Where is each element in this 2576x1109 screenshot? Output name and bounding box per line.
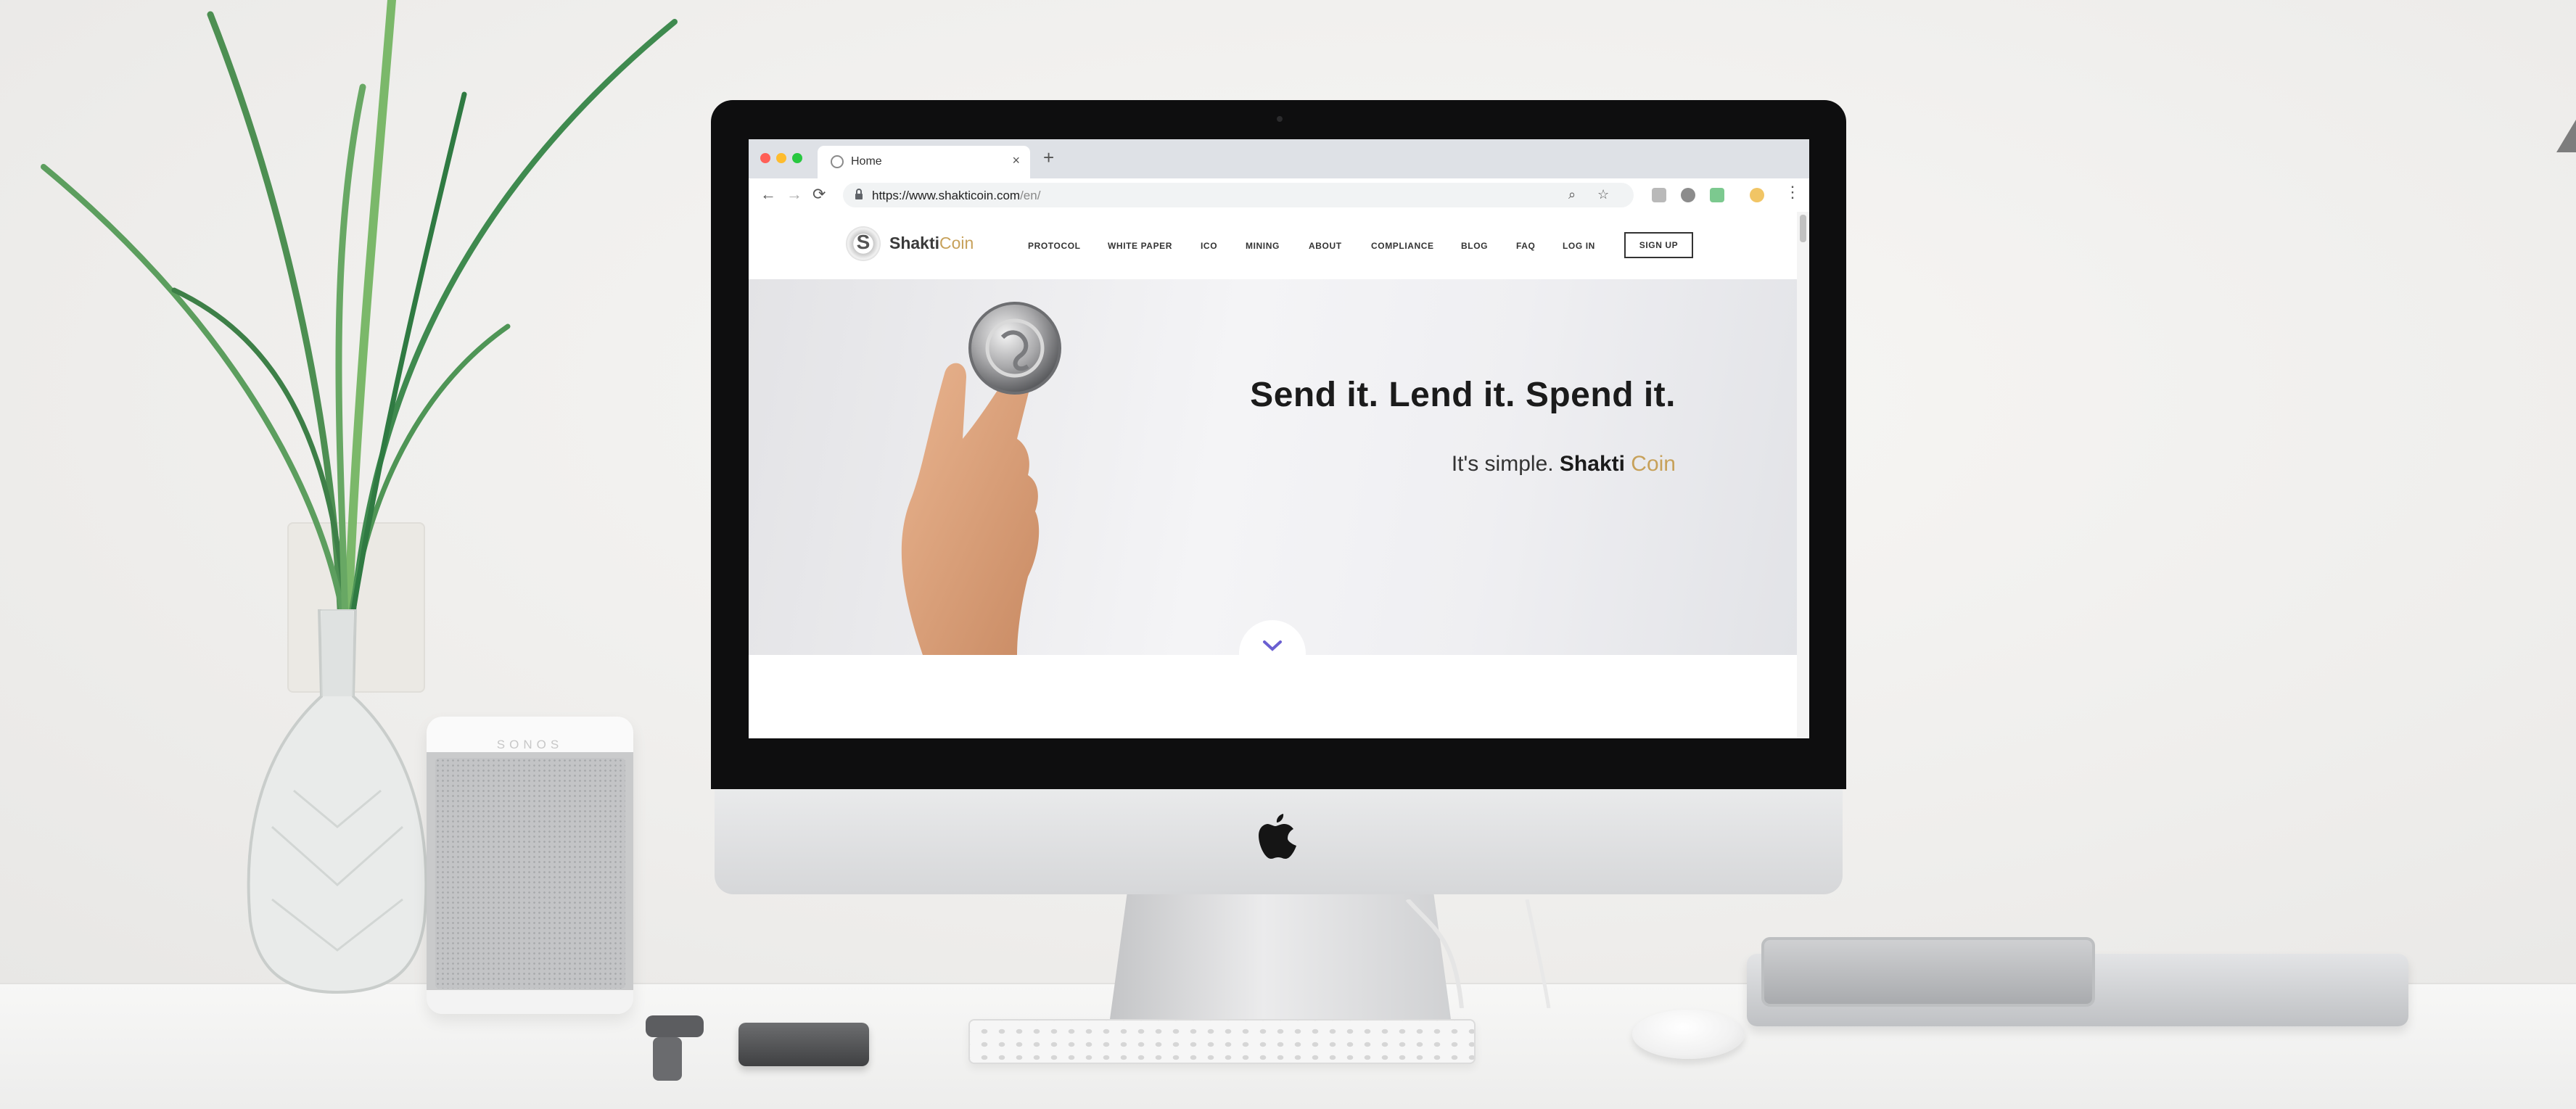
back-arrow-icon[interactable]: ← (760, 185, 776, 204)
nav-white-paper[interactable]: WHITE PAPER (1108, 241, 1172, 251)
extension-icon[interactable] (1750, 188, 1764, 202)
hero-banner: Send it. Lend it. Spend it. It's simple.… (749, 279, 1797, 687)
smartwatch (646, 1015, 704, 1081)
logo-letter: S (856, 231, 871, 253)
new-tab-button[interactable]: + (1043, 147, 1054, 169)
nav-blog[interactable]: BLOG (1461, 241, 1488, 251)
nav-mining[interactable]: MINING (1246, 241, 1280, 251)
chevron-down-icon (1263, 640, 1282, 651)
browser-toolbar: ← → ⟳ https://www.shakticoin.com/en/ ⌕ ☆ (749, 178, 1809, 213)
address-url[interactable]: https://www.shakticoin.com/en/ (872, 189, 1040, 203)
monitor-screen: Home × + ← → ⟳ https://www.shakticoin.co… (749, 139, 1809, 738)
hand-holding-coin-image (901, 302, 1061, 655)
hero-headline: Send it. Lend it. Spend it. (1250, 376, 1676, 414)
url-host: https://www.shakticoin.com (872, 189, 1021, 202)
window-maximize-button[interactable] (792, 153, 802, 163)
speaker-brand-label: SONOS (496, 738, 564, 751)
browser-tab-home[interactable]: Home × (818, 146, 1030, 178)
nav-ico[interactable]: ICO (1201, 241, 1217, 251)
power-cable (1405, 899, 1551, 1008)
tab-close-icon[interactable]: × (1012, 153, 1020, 168)
wall-edge-shape (2556, 120, 2576, 152)
tagline-bold: Shakti (1559, 452, 1625, 476)
extension-icon[interactable] (1710, 188, 1724, 202)
extension-icon[interactable] (1681, 188, 1695, 202)
lock-icon (855, 189, 863, 199)
monitor-stand (1110, 894, 1451, 1019)
reload-icon[interactable]: ⟳ (812, 185, 826, 204)
forward-arrow-icon[interactable]: → (786, 185, 802, 204)
logo-name-accent: Coin (939, 234, 974, 252)
sign-up-button[interactable]: SIGN UP (1624, 232, 1693, 258)
tagline-accent: Coin (1624, 452, 1676, 476)
smartphone (738, 1023, 869, 1066)
browser-tab-strip: Home × + (749, 139, 1809, 178)
address-bar[interactable]: https://www.shakticoin.com/en/ ⌕ ☆ (843, 183, 1634, 207)
nav-log-in[interactable]: LOG IN (1563, 241, 1595, 251)
browser-menu-icon[interactable]: ⋮ (1785, 183, 1801, 202)
page-scrollbar[interactable] (1797, 212, 1809, 738)
site-logo-text[interactable]: ShaktiCoin (889, 234, 974, 253)
nav-about[interactable]: ABOUT (1309, 241, 1342, 251)
nav-faq[interactable]: FAQ (1516, 241, 1535, 251)
page-content-area (749, 655, 1797, 738)
url-path: /en/ (1020, 189, 1041, 202)
tagline-prefix: It's simple. (1451, 452, 1560, 476)
glass-vase (247, 609, 428, 994)
site-header: S ShaktiCoin PROTOCOL WHITE PAPER ICO MI… (749, 212, 1797, 279)
shakticoin-favicon-icon (831, 155, 844, 168)
scrollbar-thumb[interactable] (1800, 215, 1806, 242)
tab-title: Home (851, 155, 882, 168)
speaker-grille (435, 758, 625, 989)
window-close-button[interactable] (760, 153, 770, 163)
bookmark-star-icon[interactable]: ☆ (1597, 187, 1609, 202)
apple-logo-icon (1259, 814, 1296, 859)
keyboard (968, 1019, 1476, 1064)
hero-tagline: It's simple. Shakti Coin (1111, 452, 1676, 477)
nav-compliance[interactable]: COMPLIANCE (1371, 241, 1434, 251)
logo-name: Shakti (889, 234, 940, 252)
extension-icon[interactable] (1652, 188, 1666, 202)
zoom-icon[interactable]: ⌕ (1568, 187, 1576, 202)
window-minimize-button[interactable] (776, 153, 786, 163)
camera-dot (1277, 116, 1283, 122)
tablet (1761, 937, 2095, 1007)
nav-protocol[interactable]: PROTOCOL (1028, 241, 1081, 251)
mouse (1632, 1010, 1745, 1059)
